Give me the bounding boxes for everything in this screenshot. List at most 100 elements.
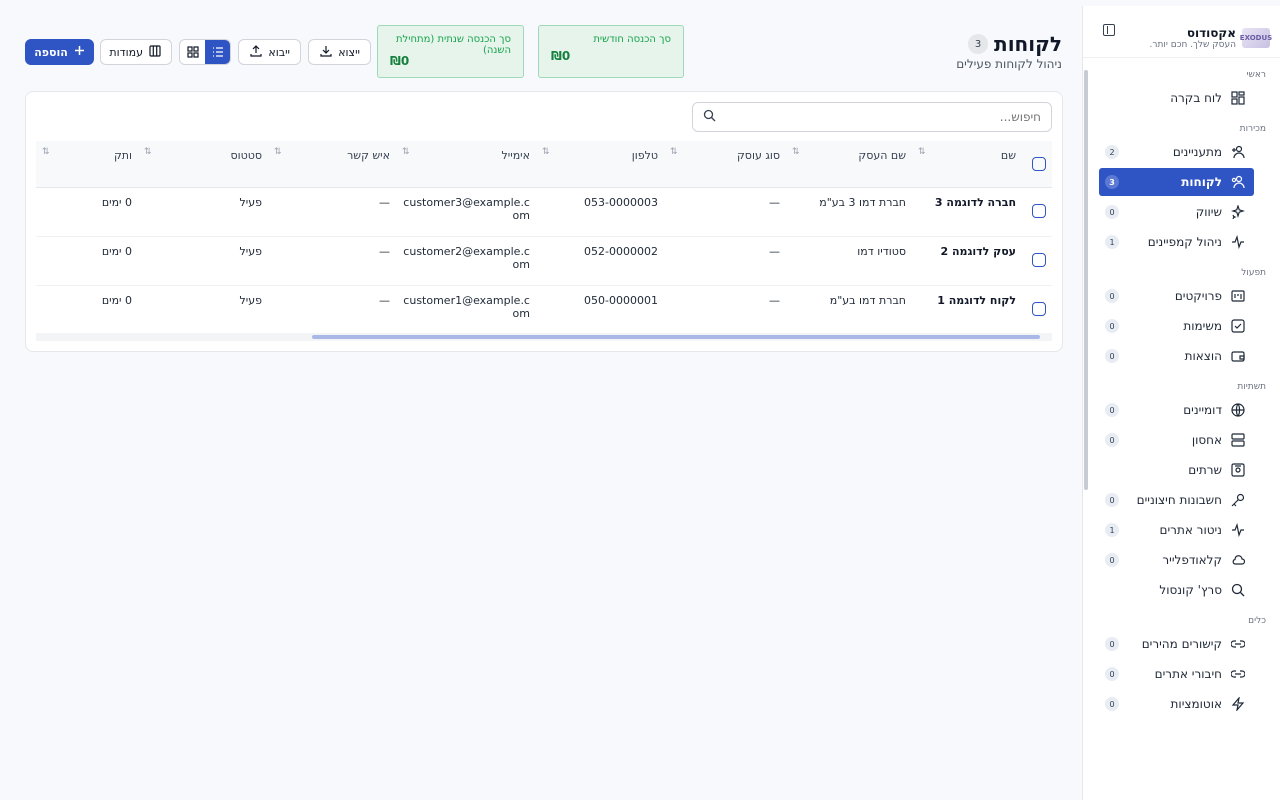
sidebar-item-expenses[interactable]: הוצאות 0	[1099, 342, 1254, 370]
cell-business: חברת דמו 3 בע"מ	[786, 187, 912, 237]
column-header-contact[interactable]: איש קשר ⇅	[268, 141, 396, 188]
column-header-phone[interactable]: טלפון ⇅	[536, 141, 664, 188]
sidebar-scrollbar[interactable]	[1084, 70, 1088, 490]
plus-icon	[74, 45, 85, 59]
sidebar-item-label: חיבורי אתרים	[1154, 667, 1222, 681]
scrollbar-thumb[interactable]	[312, 335, 1040, 339]
column-header-tenure[interactable]: ותק ⇅	[36, 141, 138, 188]
select-all-checkbox[interactable]	[1032, 157, 1046, 171]
sidebar-item-dashboard[interactable]: לוח בקרה	[1099, 84, 1254, 112]
row-select-cell	[1022, 187, 1052, 237]
column-header-business[interactable]: שם העסק ⇅	[786, 141, 912, 188]
cell-name[interactable]: לקוח לדוגמה 1	[912, 285, 1022, 335]
sort-icon[interactable]: ⇅	[274, 147, 282, 157]
sidebar-item-label: לוח בקרה	[1170, 91, 1222, 105]
sidebar-item-quick-links[interactable]: קישורים מהירים 0	[1099, 630, 1254, 658]
logo: EXODUS	[1240, 27, 1272, 48]
sidebar-item-projects[interactable]: פרויקטים 0	[1099, 282, 1254, 310]
table-row[interactable]: עסק לדוגמה 2 סטודיו דמו — 052-0000002 cu…	[36, 236, 1052, 286]
add-customer-button[interactable]: הוספה	[25, 39, 94, 65]
sidebar-item-label: ניהול קמפיינים	[1147, 235, 1222, 249]
count-badge: 0	[1105, 637, 1119, 651]
column-header-email[interactable]: אימייל ⇅	[396, 141, 536, 188]
upload-icon	[250, 44, 262, 60]
search-box[interactable]	[692, 102, 1052, 132]
column-header-type[interactable]: סוג עוסק ⇅	[664, 141, 786, 188]
yearly-income-card: סך הכנסה שנתית (מתחילת השנה) ₪0	[377, 25, 524, 78]
sidebar-item-storage[interactable]: אחסון 0	[1099, 426, 1254, 454]
table-row[interactable]: חברה לדוגמה 3 חברת דמו 3 בע"מ — 053-0000…	[36, 187, 1052, 237]
cell-business: סטודיו דמו	[786, 236, 912, 286]
header-label: איש קשר	[347, 149, 390, 162]
list-view-icon[interactable]	[205, 40, 230, 64]
cell-status: פעיל	[138, 187, 268, 237]
activity-icon	[1230, 234, 1246, 250]
row-checkbox[interactable]	[1032, 203, 1046, 218]
sidebar-item-campaigns[interactable]: ניהול קמפיינים 1	[1099, 228, 1254, 256]
import-button[interactable]: ייבוא	[238, 39, 301, 65]
table-row[interactable]: לקוח לדוגמה 1 חברת דמו בע"מ — 050-000000…	[36, 285, 1052, 335]
header-label: שם	[1000, 149, 1016, 162]
count-badge: 2	[1105, 145, 1119, 159]
sidebar-item-label: הוצאות	[1184, 349, 1222, 363]
sidebar-item-label: דומיינים	[1183, 403, 1222, 417]
row-checkbox[interactable]	[1032, 301, 1046, 316]
export-button[interactable]: ייצוא	[308, 39, 371, 65]
search-icon	[1230, 582, 1246, 598]
cell-name[interactable]: חברה לדוגמה 3	[912, 187, 1022, 237]
download-icon	[320, 45, 332, 60]
sidebar-item-label: מתעניינים	[1172, 145, 1222, 159]
cell-contact: —	[268, 187, 396, 237]
cell-business: חברת דמו בע"מ	[786, 285, 912, 335]
row-checkbox[interactable]	[1032, 252, 1046, 267]
sidebar-item-automations[interactable]: אוטומציות 0	[1099, 690, 1254, 718]
sort-icon[interactable]: ⇅	[918, 147, 926, 157]
cell-name[interactable]: עסק לדוגמה 2	[912, 236, 1022, 286]
header-label: טלפון	[631, 149, 658, 162]
table-header-row: שם ⇅ שם העסק ⇅ סוג עוסק ⇅ טלפון ⇅ אימייל ⇅ אי…	[36, 141, 1052, 188]
sort-icon[interactable]: ⇅	[144, 147, 152, 157]
header-label: אימייל	[501, 149, 530, 162]
sort-icon[interactable]: ⇅	[42, 147, 50, 157]
section-title-infra: תשתיות	[1237, 382, 1266, 392]
grid-view-icon[interactable]	[180, 40, 205, 64]
sidebar-item-domains[interactable]: דומיינים 0	[1099, 396, 1254, 424]
count-badge: 3	[1105, 175, 1119, 189]
header-label: שם העסק	[858, 149, 906, 162]
horizontal-scrollbar[interactable]	[36, 333, 1052, 341]
sidebar-item-servers[interactable]: שרתים	[1099, 456, 1254, 484]
column-header-name[interactable]: שם ⇅	[912, 141, 1022, 188]
sidebar-item-leads[interactable]: מתעניינים 2	[1099, 138, 1254, 166]
count-badge: 0	[1105, 289, 1119, 303]
collapse-sidebar-icon[interactable]	[1103, 24, 1115, 36]
sort-icon[interactable]: ⇅	[792, 147, 800, 157]
sort-icon[interactable]: ⇅	[542, 147, 550, 157]
cell-email: customer1@example.com	[396, 285, 536, 335]
cell-type: —	[664, 285, 786, 335]
sort-icon[interactable]: ⇅	[670, 147, 678, 157]
count-badge: 0	[1105, 205, 1119, 219]
sidebar-item-label: חשבונות חיצוניים	[1136, 493, 1222, 507]
column-header-status[interactable]: סטטוס ⇅	[138, 141, 268, 188]
sidebar-item-external-accounts[interactable]: חשבונות חיצוניים 0	[1099, 486, 1254, 514]
stat-label: סך הכנסה חודשית	[593, 34, 671, 45]
sidebar-item-site-monitoring[interactable]: ניטור אתרים 1	[1099, 516, 1254, 544]
sidebar-item-customers[interactable]: לקוחות 3	[1099, 168, 1254, 196]
count-badge: 0	[1105, 319, 1119, 333]
view-toggle[interactable]	[179, 39, 231, 65]
sidebar-item-marketing[interactable]: שיווק 0	[1099, 198, 1254, 226]
sidebar-item-search-console[interactable]: סרץ' קונסול	[1099, 576, 1254, 604]
sidebar-item-cloudflare[interactable]: קלאודפלייר 0	[1099, 546, 1254, 574]
section-title-ops: תפעול	[1241, 268, 1266, 278]
link-icon	[1230, 636, 1246, 652]
sidebar-item-label: סרץ' קונסול	[1159, 583, 1222, 597]
sort-icon[interactable]: ⇅	[402, 147, 410, 157]
pulse-icon	[1230, 522, 1246, 538]
count-badge: 0	[1105, 697, 1119, 711]
search-input[interactable]	[722, 110, 1041, 124]
columns-button[interactable]: עמודות	[100, 39, 172, 65]
customers-table-card: שם ⇅ שם העסק ⇅ סוג עוסק ⇅ טלפון ⇅ אימייל ⇅ אי…	[25, 91, 1063, 352]
sidebar-item-tasks[interactable]: משימות 0	[1099, 312, 1254, 340]
cell-tenure: 0 ימים	[36, 285, 138, 335]
sidebar-item-site-connections[interactable]: חיבורי אתרים 0	[1099, 660, 1254, 688]
